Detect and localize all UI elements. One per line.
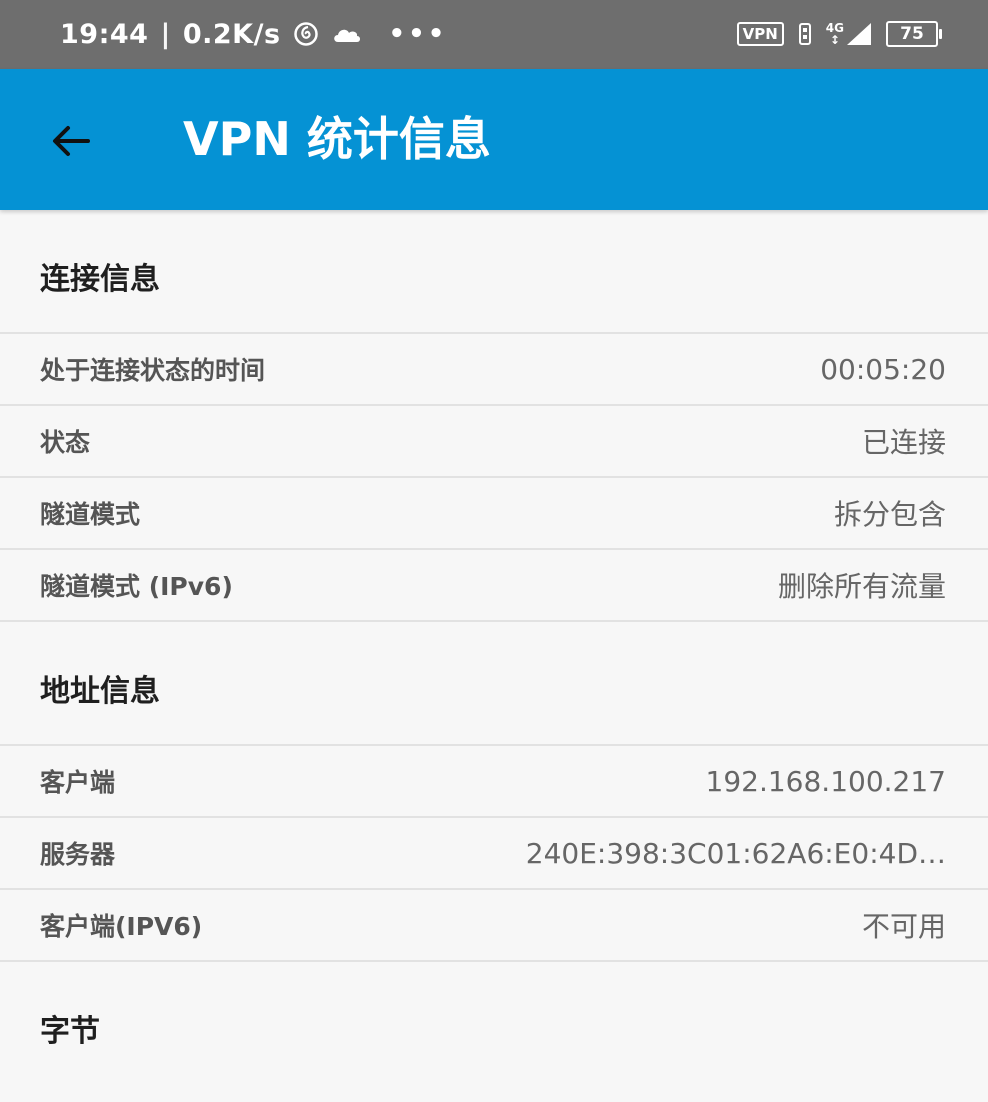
row-status: 状态 已连接 — [0, 406, 988, 478]
row-client: 客户端 192.168.100.217 — [0, 746, 988, 818]
row-connected-time: 处于连接状态的时间 00:05:20 — [0, 334, 988, 406]
row-value: 删除所有流量 — [777, 570, 946, 603]
section-header-address: 地址信息 — [0, 622, 988, 746]
row-label: 服务器 — [40, 840, 116, 869]
back-button[interactable] — [38, 109, 102, 173]
status-time: 19:44 — [60, 18, 149, 50]
row-value: 不可用 — [861, 910, 946, 943]
row-tunnel-mode: 隧道模式 拆分包含 — [0, 478, 988, 550]
status-right: VPN 4G ↕ 75 — [736, 0, 942, 77]
row-value: 240E:398:3C01:62A6:E0:4D… — [525, 836, 946, 870]
battery-icon: 75 — [886, 21, 942, 47]
signal-strength-icon — [846, 22, 872, 46]
row-value: 192.168.100.217 — [705, 764, 946, 798]
row-server: 服务器 240E:398:3C01:62A6:E0:4D… — [0, 818, 988, 890]
status-net-speed: 0.2K/s — [182, 18, 281, 50]
row-value: 已连接 — [861, 426, 946, 459]
vpn-status-icon: VPN — [736, 22, 784, 46]
netease-music-icon — [293, 21, 319, 47]
more-notifications-icon: ••• — [388, 19, 448, 49]
cloud-icon — [331, 24, 363, 44]
page-title: VPN 统计信息 — [183, 112, 491, 166]
row-label: 客户端(IPV6) — [40, 912, 203, 941]
row-value: 00:05:20 — [820, 352, 946, 386]
section-header-connection: 连接信息 — [0, 210, 988, 334]
arrow-back-icon — [53, 126, 90, 156]
row-label: 状态 — [40, 428, 91, 457]
status-left: 19:44 | 0.2K/s ••• — [60, 0, 447, 77]
row-client-ipv6: 客户端(IPV6) 不可用 — [0, 890, 988, 962]
section-header-bytes: 字节 — [40, 1014, 100, 1049]
status-bar: 19:44 | 0.2K/s ••• VPN 4G ↕ 75 — [0, 0, 988, 69]
cellular-signal: 4G ↕ — [826, 22, 872, 46]
row-value: 拆分包含 — [833, 498, 946, 531]
app-bar: VPN 统计信息 — [0, 69, 988, 210]
row-label: 隧道模式 (IPv6) — [40, 572, 233, 601]
data-activity-icon: ↕ — [829, 33, 840, 47]
row-label: 隧道模式 — [40, 500, 141, 529]
row-label: 客户端 — [40, 768, 116, 797]
row-tunnel-mode-ipv6: 隧道模式 (IPv6) 删除所有流量 — [0, 550, 988, 622]
status-separator: | — [160, 18, 171, 50]
vpn-statistics-list: 连接信息 处于连接状态的时间 00:05:20 状态 已连接 隧道模式 拆分包含… — [0, 210, 988, 1052]
row-label: 处于连接状态的时间 — [40, 356, 266, 385]
vibrate-icon — [798, 22, 812, 46]
